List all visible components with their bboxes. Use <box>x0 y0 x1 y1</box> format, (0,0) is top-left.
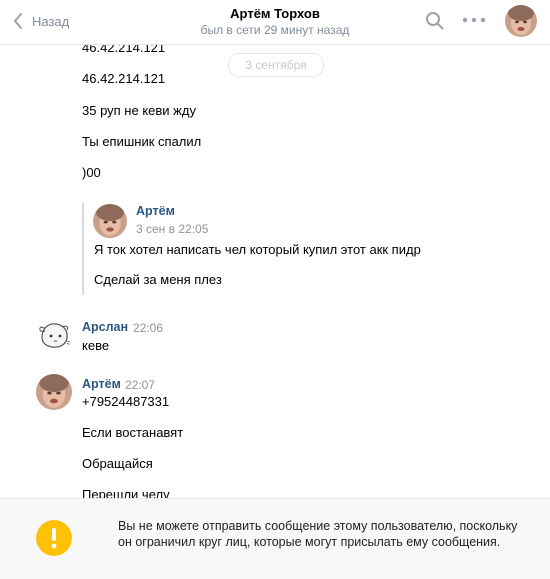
message-history[interactable]: 3 сентября 46.42.214.121 46.42.214.121 3… <box>0 45 550 498</box>
forwarded-text: Я ток хотел написать чел который купил э… <box>94 242 421 257</box>
arslan-avatar[interactable] <box>36 317 72 353</box>
artem-sender-name[interactable]: Артём <box>82 377 121 391</box>
back-label: Назад <box>32 13 70 29</box>
message-text: Ты епишник спалил <box>82 134 202 149</box>
message-text: )00 <box>82 165 101 180</box>
message-text: 46.42.214.121 <box>82 45 166 55</box>
back-button[interactable]: Назад <box>12 10 69 32</box>
artem-avatar[interactable] <box>36 374 72 410</box>
more-button[interactable] <box>462 12 486 31</box>
message-text: +79524487331 <box>82 394 170 409</box>
forwarded-timestamp[interactable]: 3 сен в 22:05 <box>136 222 208 236</box>
chevron-left-icon <box>14 13 22 29</box>
chat-title-block[interactable]: Артём Торхов был в сети 29 минут назад <box>150 6 400 38</box>
message-text: 35 руп не кеви жду <box>82 103 196 118</box>
more-dots-icon <box>462 17 486 23</box>
forwarded-avatar[interactable] <box>93 204 127 238</box>
chat-title: Артём Торхов <box>230 6 320 21</box>
chat-header: Назад Артём Торхов был в сети 29 минут н… <box>0 0 550 45</box>
message-text: Если востанавят <box>82 425 184 440</box>
message-text: Обращайся <box>82 456 153 471</box>
forwarded-border <box>82 203 84 295</box>
arslan-timestamp[interactable]: 22:06 <box>133 321 163 335</box>
message-text: кеве <box>82 338 110 353</box>
search-icon <box>426 12 444 30</box>
artem-timestamp[interactable]: 22:07 <box>125 378 155 392</box>
warning-icon <box>36 520 72 556</box>
restriction-text: Вы не можете отправить сообщение этому п… <box>118 519 518 549</box>
date-divider: 3 сентября <box>228 53 324 77</box>
last-seen-status: был в сети 29 минут назад <box>200 23 350 37</box>
message-text: 46.42.214.121 <box>82 71 166 86</box>
arslan-sender-name[interactable]: Арслан <box>82 320 128 334</box>
message-text: Перешли челу <box>82 487 170 498</box>
forwarded-sender-name[interactable]: Артём <box>136 204 175 218</box>
restriction-notice: Вы не можете отправить сообщение этому п… <box>0 498 550 579</box>
forwarded-text: Сделай за меня плез <box>94 272 222 287</box>
search-button[interactable] <box>425 10 445 35</box>
header-avatar[interactable] <box>505 5 537 37</box>
